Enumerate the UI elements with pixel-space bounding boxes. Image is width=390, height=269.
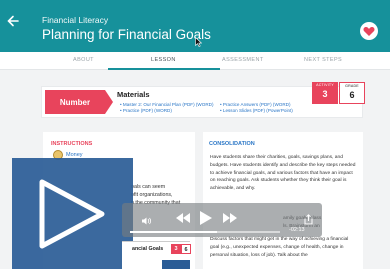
- video-progress-fill: [130, 231, 217, 233]
- course-kicker: Financial Literacy: [42, 15, 109, 25]
- fast-forward-icon[interactable]: [223, 213, 237, 223]
- material-link[interactable]: • Lesson Slides (PDF) (PowerPoint): [220, 108, 293, 114]
- thumbnail-strip: [162, 260, 190, 269]
- arrow-left-icon[interactable]: [6, 14, 20, 28]
- page-title: Planning for Financial Goals: [42, 27, 211, 42]
- video-controls: -02:13: [122, 203, 322, 237]
- play-icon[interactable]: [200, 211, 212, 225]
- materials-title: Materials: [117, 90, 150, 99]
- video-play-button[interactable]: [12, 158, 133, 269]
- rewind-icon[interactable]: [176, 213, 190, 223]
- consolidation-panel: CONSOLIDATION Have students share their …: [203, 132, 363, 269]
- consolidation-text: Have students share their charities, goa…: [210, 155, 356, 192]
- share-icon[interactable]: [304, 214, 313, 225]
- video-time-remaining: -02:13: [289, 227, 305, 233]
- material-link[interactable]: • Practice (PDF) (WORD): [120, 108, 214, 114]
- video-progress-bar[interactable]: [130, 231, 280, 233]
- lesson-thumbnail[interactable]: ancial Goals 3 6: [122, 241, 191, 269]
- mouse-cursor-icon: [195, 37, 202, 47]
- tab-assessment[interactable]: ASSESSMENT: [222, 57, 264, 63]
- volume-icon[interactable]: [142, 217, 152, 225]
- activity-badge: ACTIVITY 3: [312, 82, 338, 104]
- consolidation-heading: CONSOLIDATION: [209, 141, 255, 147]
- tab-about[interactable]: ABOUT: [73, 57, 94, 63]
- materials-list-right: • Practice Answers (PDF) (WORD) • Lesson…: [220, 102, 293, 114]
- instructions-text: oals can seem: [131, 184, 166, 190]
- tab-bar: ABOUT LESSON ASSESSMENT NEXT STEPS: [0, 52, 390, 70]
- materials-list-left: • Master 2: Our Financial Plan (PDF) (WO…: [120, 102, 214, 114]
- instructions-heading: INSTRUCTIONS: [51, 141, 93, 147]
- favorite-button[interactable]: [360, 22, 378, 40]
- tab-lesson[interactable]: LESSON: [151, 57, 176, 63]
- tab-next-steps[interactable]: NEXT STEPS: [304, 57, 342, 63]
- thumbnail-grade-badge: 6: [181, 244, 191, 254]
- heart-icon: [363, 27, 375, 36]
- instructions-text: ofit organizations,: [131, 192, 173, 198]
- thumbnail-title: ancial Goals: [132, 246, 164, 252]
- grade-badge: GRADE 6: [339, 82, 365, 104]
- thumbnail-activity-badge: 3: [171, 244, 181, 254]
- play-icon: [39, 179, 105, 249]
- consolidation-text-2: Discuss factors that might get in the wa…: [210, 237, 349, 258]
- strand-tag: Number: [45, 90, 113, 114]
